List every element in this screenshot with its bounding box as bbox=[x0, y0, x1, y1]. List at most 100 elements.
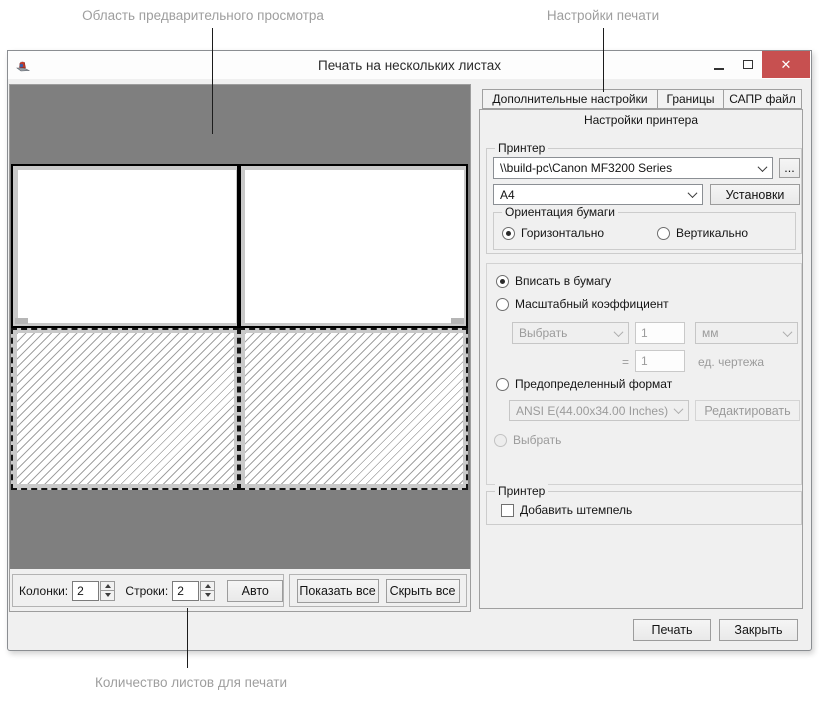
screenshot-stage: Область предварительного просмотра Настр… bbox=[0, 0, 819, 708]
radio-disabled-icon bbox=[494, 434, 507, 447]
drawing-units-input[interactable] bbox=[635, 350, 685, 372]
format-value: ANSI E(44.00x34.00 Inches) bbox=[516, 404, 668, 418]
rows-stepper[interactable] bbox=[200, 581, 215, 601]
chevron-down-icon bbox=[688, 188, 698, 198]
rows-input[interactable] bbox=[172, 581, 199, 601]
close-icon: ✕ bbox=[781, 57, 792, 73]
preview-panel: Колонки: Строки: Авто bbox=[9, 84, 471, 612]
annotation-sheet-count: Количество листов для печати bbox=[51, 675, 331, 690]
sheet-1[interactable] bbox=[11, 164, 239, 328]
sheet-1-page bbox=[18, 170, 236, 323]
auto-button[interactable]: Авто bbox=[227, 580, 283, 602]
orientation-group-title: Ориентация бумаги bbox=[502, 205, 618, 219]
close-button[interactable]: ✕ bbox=[762, 51, 810, 78]
edit-format-button[interactable]: Редактировать bbox=[695, 400, 800, 421]
sheet-2[interactable] bbox=[239, 164, 468, 328]
printer-setup-button[interactable]: Установки bbox=[710, 184, 800, 205]
maximize-icon bbox=[743, 60, 753, 69]
tab-additional-settings[interactable]: Дополнительные настройки bbox=[482, 89, 658, 109]
printer-group-title: Принтер bbox=[495, 141, 548, 155]
sheet-2-page bbox=[245, 170, 464, 323]
printer-settings-page: Принтер \\build-pc\Canon MF3200 Series .… bbox=[479, 129, 803, 609]
annotation-line-settings bbox=[603, 28, 604, 92]
tab-strip: Дополнительные настройки Границы САПР фа… bbox=[482, 89, 802, 109]
add-stamp-checkbox[interactable]: Добавить штемпель bbox=[501, 503, 632, 517]
radio-checked-icon bbox=[502, 227, 515, 240]
columns-input[interactable] bbox=[72, 581, 99, 601]
radio-unchecked-icon bbox=[496, 378, 509, 391]
close-dialog-button[interactable]: Закрыть bbox=[719, 619, 798, 641]
show-hide-group: Показать все Скрыть все bbox=[289, 574, 467, 607]
settings-panel: Дополнительные настройки Границы САПР фа… bbox=[478, 85, 804, 611]
sheet-1-corner-mark bbox=[15, 318, 28, 324]
radio-checked-icon bbox=[496, 275, 509, 288]
tab-cad-file[interactable]: САПР файл bbox=[723, 89, 802, 109]
columns-label: Колонки: bbox=[19, 584, 68, 598]
drawing-units-label: ед. чертежа bbox=[698, 355, 764, 369]
title-bar[interactable]: Печать на нескольких листах ✕ bbox=[8, 51, 811, 79]
orientation-horizontal-radio[interactable]: Горизонтально bbox=[502, 226, 604, 240]
grid-size-group: Колонки: Строки: Авто bbox=[12, 574, 284, 607]
printer-group: Принтер \\build-pc\Canon MF3200 Series .… bbox=[486, 148, 802, 254]
show-all-button[interactable]: Показать все bbox=[297, 579, 379, 603]
window-title: Печать на нескольких листах bbox=[8, 58, 811, 73]
printer-select[interactable]: \\build-pc\Canon MF3200 Series bbox=[493, 157, 773, 179]
fit-to-paper-radio[interactable]: Вписать в бумагу bbox=[496, 274, 611, 288]
checkbox-unchecked-icon bbox=[501, 504, 514, 517]
print-dialog-window: Печать на нескольких листах ✕ bbox=[7, 50, 812, 651]
chevron-down-icon bbox=[758, 162, 768, 172]
annotation-print-settings: Настройки печати bbox=[503, 8, 703, 23]
chevron-down-icon bbox=[614, 327, 624, 337]
maximize-button[interactable] bbox=[733, 51, 762, 78]
radio-unchecked-icon bbox=[657, 227, 670, 240]
chevron-down-icon bbox=[783, 327, 793, 337]
select-area-label: Выбрать bbox=[513, 433, 561, 447]
printer-select-value: \\build-pc\Canon MF3200 Series bbox=[500, 161, 672, 175]
rows-label: Строки: bbox=[125, 584, 168, 598]
tab-borders[interactable]: Границы bbox=[657, 89, 724, 109]
paper-units-input[interactable] bbox=[635, 322, 685, 344]
paper-size-value: A4 bbox=[500, 188, 515, 202]
predefined-format-label: Предопределенный формат bbox=[515, 377, 672, 391]
sheet-2-corner-mark bbox=[451, 318, 464, 324]
browse-printer-button[interactable]: ... bbox=[779, 158, 800, 178]
paper-size-select[interactable]: A4 bbox=[493, 184, 703, 205]
format-select[interactable]: ANSI E(44.00x34.00 Inches) bbox=[509, 400, 689, 421]
columns-down-icon[interactable] bbox=[100, 590, 115, 601]
fit-to-paper-label: Вписать в бумагу bbox=[515, 274, 611, 288]
predefined-format-radio[interactable]: Предопределенный формат bbox=[496, 377, 672, 391]
equals-label: = bbox=[622, 355, 629, 369]
sheet-4-hatch bbox=[245, 333, 463, 484]
sheet-3-hatch bbox=[17, 333, 234, 484]
radio-unchecked-icon bbox=[496, 298, 509, 311]
add-stamp-label: Добавить штемпель bbox=[520, 503, 632, 517]
chevron-down-icon bbox=[674, 404, 684, 414]
scale-factor-label: Масштабный коэффициент bbox=[515, 297, 669, 311]
print-button[interactable]: Печать bbox=[633, 619, 711, 641]
stamp-group-title: Принтер bbox=[495, 484, 548, 498]
orientation-horizontal-label: Горизонтально bbox=[521, 226, 604, 240]
units-value: мм bbox=[702, 326, 719, 340]
orientation-vertical-radio[interactable]: Вертикально bbox=[657, 226, 748, 240]
annotation-line-sheet-count bbox=[187, 608, 188, 668]
rows-down-icon[interactable] bbox=[200, 590, 215, 601]
app-icon bbox=[15, 57, 31, 73]
grid-controls-strip: Колонки: Строки: Авто bbox=[10, 569, 470, 611]
stamp-group: Принтер Добавить штемпель bbox=[486, 491, 802, 525]
tab-printer-settings[interactable]: Настройки принтера bbox=[479, 109, 803, 130]
scale-factor-radio[interactable]: Масштабный коэффициент bbox=[496, 297, 669, 311]
orientation-vertical-label: Вертикально bbox=[676, 226, 748, 240]
orientation-group: Ориентация бумаги Горизонтально Вертикал… bbox=[493, 212, 796, 250]
preview-canvas[interactable] bbox=[10, 85, 470, 569]
sheet-4-hidden[interactable] bbox=[239, 328, 468, 490]
scale-group: Вписать в бумагу Масштабный коэффициент … bbox=[486, 263, 802, 485]
sheet-3-hidden[interactable] bbox=[11, 328, 239, 490]
minimize-button[interactable] bbox=[704, 51, 733, 78]
scale-mode-value: Выбрать bbox=[519, 326, 567, 340]
columns-stepper[interactable] bbox=[100, 581, 115, 601]
scale-mode-select[interactable]: Выбрать bbox=[512, 322, 629, 344]
annotation-line-preview bbox=[212, 28, 213, 134]
select-area-radio[interactable]: Выбрать bbox=[494, 433, 561, 447]
hide-all-button[interactable]: Скрыть все bbox=[386, 579, 460, 603]
units-select[interactable]: мм bbox=[695, 322, 798, 344]
